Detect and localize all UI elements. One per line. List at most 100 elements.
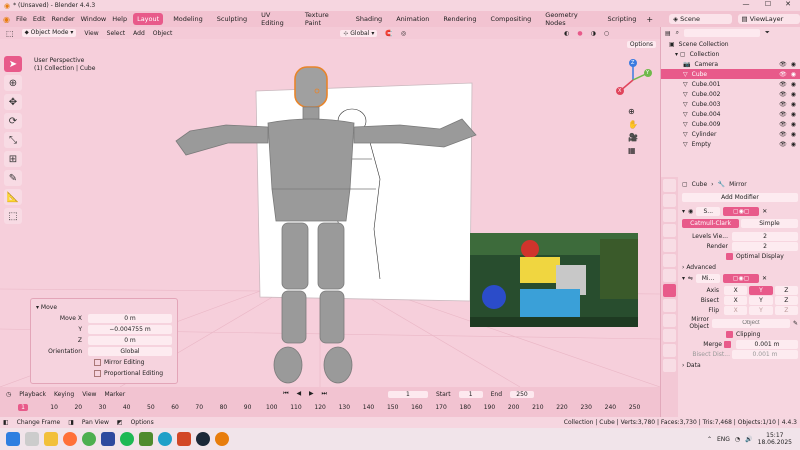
frame-tick[interactable]: 50 (139, 404, 163, 411)
frame-tick[interactable]: 250 (623, 404, 647, 411)
options-button[interactable]: Options (626, 41, 656, 48)
chrome-icon[interactable] (82, 432, 96, 446)
outliner-item[interactable]: ▽ Cube.004 👁 ◉ (661, 109, 800, 119)
optimal-display-checkbox[interactable] (726, 252, 733, 260)
frame-tick[interactable]: 10 (42, 404, 66, 411)
world-tab-icon[interactable] (663, 254, 676, 267)
axis-z-button[interactable]: Z (774, 285, 798, 295)
outliner-item[interactable]: ▽ Empty 👁 ◉ (661, 139, 800, 149)
physics-tab-icon[interactable] (663, 314, 676, 327)
mirror-close-icon[interactable]: ✕ (762, 275, 767, 282)
start-frame-field[interactable]: 1 (458, 390, 483, 398)
outliner-item[interactable]: 📷 Camera 👁 ◉ (661, 59, 800, 69)
minecraft-icon[interactable] (139, 432, 153, 446)
frame-tick[interactable]: 80 (211, 404, 235, 411)
spotify-icon[interactable] (120, 432, 134, 446)
move-z-field[interactable]: 0 m (88, 335, 172, 345)
frame-tick[interactable]: 180 (453, 404, 477, 411)
move-x-field[interactable]: 0 m (88, 313, 172, 323)
rotate-tool-icon[interactable]: ⟳ (4, 113, 22, 129)
scene-tab-icon[interactable] (663, 239, 676, 252)
merge-checkbox[interactable] (724, 340, 731, 348)
blender-taskbar-icon[interactable] (215, 432, 229, 446)
tab-shading[interactable]: Shading (352, 13, 386, 25)
visibility-eye-icon[interactable]: 👁 (779, 121, 787, 128)
menu-file[interactable]: File (16, 15, 27, 23)
steam-icon[interactable] (196, 432, 210, 446)
frame-tick[interactable]: 210 (526, 404, 550, 411)
subsurf-close-icon[interactable]: ✕ (762, 208, 767, 215)
render-camera-icon[interactable]: ◉ (791, 141, 796, 148)
zoom-icon[interactable]: ⊕ (628, 107, 638, 116)
app-icon[interactable] (101, 432, 115, 446)
visibility-eye-icon[interactable]: 👁 (779, 131, 787, 138)
clock[interactable]: 15:17 18.06.2025 (758, 432, 800, 446)
bisect-x-button[interactable]: X (724, 295, 748, 305)
render-camera-icon[interactable]: ◉ (791, 131, 796, 138)
render-camera-icon[interactable]: ◉ (791, 111, 796, 118)
orientation-dropdown[interactable]: Global (88, 346, 172, 356)
move-y-field[interactable]: −0.004755 m (88, 324, 172, 334)
timeline-editor-icon[interactable]: ◷ (6, 391, 11, 398)
measure-tool-icon[interactable]: 📐 (4, 189, 22, 205)
maximize-button[interactable]: ☐ (758, 0, 778, 11)
frame-tick[interactable]: 40 (115, 404, 139, 411)
outliner-collection[interactable]: ▾ ▢ Collection (661, 49, 800, 59)
end-frame-field[interactable]: 250 (510, 390, 535, 398)
frame-tick[interactable]: 160 (405, 404, 429, 411)
frame-tick[interactable]: 100 (260, 404, 284, 411)
language-indicator[interactable]: ENG (717, 436, 730, 443)
outliner-item[interactable]: ▽ Cube.002 👁 ◉ (661, 89, 800, 99)
menu-window[interactable]: Window (81, 15, 107, 23)
outliner-filter-icon[interactable]: ⏷ (765, 29, 770, 37)
object-tab-icon[interactable] (663, 269, 676, 282)
playback-controls[interactable]: ⏮ ◀ ▶ ⏭ (283, 390, 330, 398)
powerpoint-icon[interactable] (177, 432, 191, 446)
menu-view[interactable]: View (84, 30, 98, 37)
frame-tick[interactable]: 230 (574, 404, 598, 411)
frame-tick[interactable]: 150 (381, 404, 405, 411)
merge-distance-field[interactable]: 0.001 m (736, 339, 798, 349)
visibility-eye-icon[interactable]: 👁 (779, 91, 787, 98)
menu-select[interactable]: Select (107, 30, 126, 37)
proportional-editing-checkbox[interactable] (94, 369, 101, 377)
render-tab-icon[interactable] (663, 194, 676, 207)
tool-tab-icon[interactable] (663, 179, 676, 192)
tab-modeling[interactable]: Modeling (169, 13, 207, 25)
ortho-toggle-icon[interactable]: ▦ (628, 146, 638, 155)
cursor-tool-icon[interactable]: ⊕ (4, 75, 22, 91)
levels-viewport-field[interactable]: 2 (732, 231, 798, 241)
menu-marker[interactable]: Marker (104, 391, 125, 398)
menu-add[interactable]: Add (133, 30, 145, 37)
firefox-icon[interactable] (63, 432, 77, 446)
menu-help[interactable]: Help (112, 15, 127, 23)
tab-texture-paint[interactable]: Texture Paint (301, 9, 346, 29)
advanced-section[interactable]: › Advanced (682, 261, 798, 273)
scale-tool-icon[interactable]: ⤡ (4, 132, 22, 148)
mirror-editing-checkbox[interactable] (94, 358, 101, 366)
visibility-eye-icon[interactable]: 👁 (779, 141, 787, 148)
visibility-eye-icon[interactable]: 👁 (779, 111, 787, 118)
particles-tab-icon[interactable] (663, 299, 676, 312)
flip-y-button[interactable]: Y (749, 305, 773, 315)
overlay-icon[interactable]: ◐ (564, 30, 569, 37)
mirror-header[interactable]: ▾ ⇋ Mi... ▢◉▢ ✕ (682, 273, 798, 283)
menu-playback[interactable]: Playback (19, 391, 46, 398)
frame-tick[interactable]: 170 (429, 404, 453, 411)
annotate-tool-icon[interactable]: ✎ (4, 170, 22, 186)
navigation-gizmo[interactable]: Z Y X (610, 57, 656, 103)
outliner-search-input[interactable] (684, 29, 761, 37)
frame-tick[interactable]: 30 (90, 404, 114, 411)
operator-panel[interactable]: ▾ Move Move X 0 m Y −0.004755 m Z 0 m Orien… (30, 298, 178, 384)
mirror-object-field[interactable] (711, 318, 790, 328)
tray-chevron-icon[interactable]: ⌃ (707, 436, 712, 443)
frame-tick[interactable]: 110 (284, 404, 308, 411)
frame-tick[interactable]: 200 (502, 404, 526, 411)
menu-edit[interactable]: Edit (33, 15, 46, 23)
outliner-item[interactable]: ▽ Cube.009 👁 ◉ (661, 119, 800, 129)
tab-sculpting[interactable]: Sculpting (213, 13, 251, 25)
frame-tick[interactable]: 20 (66, 404, 90, 411)
tab-rendering[interactable]: Rendering (439, 13, 480, 25)
render-camera-icon[interactable]: ◉ (791, 91, 796, 98)
render-levels-field[interactable]: 2 (732, 241, 798, 251)
